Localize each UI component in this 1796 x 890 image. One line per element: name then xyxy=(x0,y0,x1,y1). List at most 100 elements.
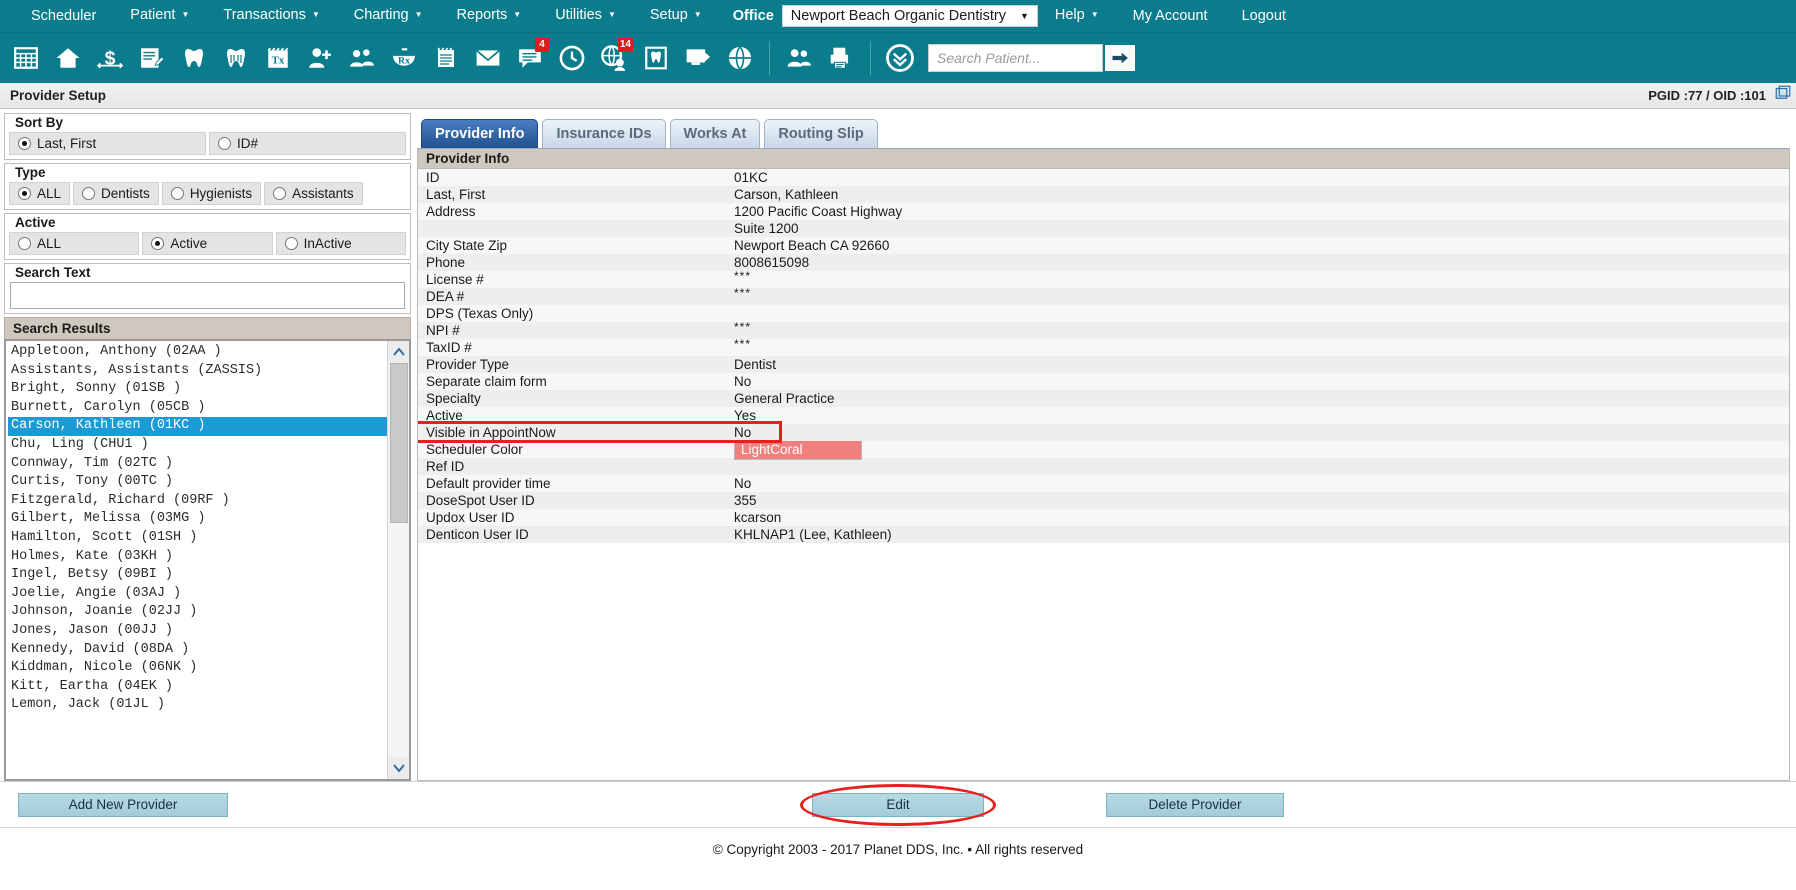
screen-export-icon[interactable] xyxy=(678,36,718,80)
tooth-perio-icon[interactable] xyxy=(216,36,256,80)
menu-item-setup[interactable]: Setup ▼ xyxy=(633,0,719,33)
list-item[interactable]: Curtis, Tony (00TC ) xyxy=(8,473,387,492)
chevron-down-icon: ▼ xyxy=(1090,10,1099,19)
menu-item-reports[interactable]: Reports ▼ xyxy=(440,0,539,33)
radio-label: Active xyxy=(170,236,208,251)
list-item[interactable]: Ingel, Betsy (09BI ) xyxy=(8,566,387,585)
table-row: ID 01KC xyxy=(418,169,1789,186)
radio-type-assistants[interactable]: Assistants xyxy=(264,182,363,205)
dollar-ledger-icon[interactable]: $ xyxy=(90,36,130,80)
row-label: DoseSpot User ID xyxy=(426,493,535,508)
list-item[interactable]: Assistants, Assistants (ZASSIS) xyxy=(8,362,387,381)
family-group-icon[interactable] xyxy=(342,36,382,80)
list-item[interactable]: Joelie, Angie (03AJ ) xyxy=(8,585,387,604)
radio-active-active[interactable]: Active xyxy=(142,232,273,255)
users-group-icon[interactable] xyxy=(779,36,819,80)
row-label: TaxID # xyxy=(426,340,472,355)
home-icon[interactable] xyxy=(48,36,88,80)
treatment-plan-icon[interactable]: Tx xyxy=(258,36,298,80)
list-item[interactable]: Johnson, Joanie (02JJ ) xyxy=(8,603,387,622)
toolbar-divider xyxy=(870,41,871,75)
svg-text:Tx: Tx xyxy=(272,54,285,66)
search-text-input[interactable] xyxy=(10,282,405,309)
radio-sort-last-first[interactable]: Last, First xyxy=(9,132,206,155)
list-item[interactable]: Lemon, Jack (01JL ) xyxy=(8,696,387,715)
tab-works-at[interactable]: Works At xyxy=(669,119,761,148)
patient-globe-icon[interactable]: 14 xyxy=(594,36,634,80)
notes-edit-icon[interactable] xyxy=(132,36,172,80)
menu-label: Charting xyxy=(353,7,409,23)
search-input[interactable] xyxy=(928,44,1103,72)
chevron-down-icon: ▼ xyxy=(414,10,423,19)
scrollbar-track[interactable] xyxy=(387,363,409,757)
tab-insurance-ids[interactable]: Insurance IDs xyxy=(542,119,666,148)
radio-type-dentists[interactable]: Dentists xyxy=(73,182,159,205)
row-label: Specialty xyxy=(426,391,481,406)
table-row: Last, First Carson, Kathleen xyxy=(418,186,1789,203)
sort-by-group: Sort By Last, First ID# xyxy=(4,113,411,160)
menu-item-transactions[interactable]: Transactions ▼ xyxy=(206,0,336,33)
menu-item-utilities[interactable]: Utilities ▼ xyxy=(538,0,633,33)
menu-item-logout[interactable]: Logout xyxy=(1225,0,1303,33)
list-item[interactable]: Burnett, Carolyn (05CB ) xyxy=(8,399,387,418)
sort-by-legend: Sort By xyxy=(15,115,64,130)
prescription-rx-icon[interactable]: Rx xyxy=(384,36,424,80)
menu-label: Reports xyxy=(456,7,508,23)
calendar-grid-icon[interactable] xyxy=(6,36,46,80)
page-title-bar: Provider Setup PGID :77 / OID :101 xyxy=(0,83,1796,109)
menu-item-charting[interactable]: Charting ▼ xyxy=(337,0,440,33)
list-item[interactable]: Kiddman, Nicole (06NK ) xyxy=(8,659,387,678)
menu-item-help[interactable]: Help ▼ xyxy=(1038,0,1116,33)
list-item[interactable]: Jones, Jason (00JJ ) xyxy=(8,622,387,641)
scroll-down-button[interactable] xyxy=(387,757,409,779)
chat-messages-icon[interactable]: 4 xyxy=(510,36,550,80)
scrollbar-thumb[interactable] xyxy=(389,363,408,523)
add-new-provider-button[interactable]: Add New Provider xyxy=(18,792,228,817)
list-item[interactable]: Kennedy, David (08DA ) xyxy=(8,641,387,660)
restore-window-icon[interactable] xyxy=(1774,84,1792,107)
list-item[interactable]: Bright, Sonny (01SB ) xyxy=(8,380,387,399)
edit-button[interactable]: Edit xyxy=(812,792,984,817)
menu-item-patient[interactable]: Patient ▼ xyxy=(113,0,206,33)
tab-provider-info[interactable]: Provider Info xyxy=(421,119,539,148)
list-item[interactable]: Connway, Tim (02TC ) xyxy=(8,455,387,474)
clipboard-notepad-icon[interactable] xyxy=(426,36,466,80)
delete-provider-button[interactable]: Delete Provider xyxy=(1106,792,1284,817)
envelope-mail-icon[interactable] xyxy=(468,36,508,80)
list-item[interactable]: Hamilton, Scott (01SH ) xyxy=(8,529,387,548)
list-item[interactable]: Gilbert, Melissa (03MG ) xyxy=(8,510,387,529)
menu-item-scheduler[interactable]: Scheduler xyxy=(14,0,113,33)
radio-type-all[interactable]: ALL xyxy=(9,182,71,205)
row-value: *** xyxy=(734,320,752,334)
radio-active-inactive[interactable]: InActive xyxy=(275,232,406,255)
row-label: Active xyxy=(426,408,463,423)
results-scrollbar[interactable] xyxy=(387,341,409,779)
list-item-selected[interactable]: Carson, Kathleen (01KC ) xyxy=(8,417,387,436)
radio-sort-id[interactable]: ID# xyxy=(209,132,406,155)
add-patient-icon[interactable] xyxy=(300,36,340,80)
table-row: DoseSpot User ID 355 xyxy=(418,492,1789,509)
office-selector[interactable]: Newport Beach Organic Dentistry ▼ xyxy=(781,5,1038,27)
search-submit-button[interactable] xyxy=(1103,43,1137,73)
print-report-icon[interactable] xyxy=(821,36,861,80)
type-options: ALL Dentists Hygienists Assistants xyxy=(5,182,410,205)
double-chevron-down-icon[interactable] xyxy=(880,36,920,80)
radio-type-hygienists[interactable]: Hygienists xyxy=(161,182,262,205)
chat-badge-count: 4 xyxy=(535,38,549,52)
list-item[interactable]: Appletoon, Anthony (02AA ) xyxy=(8,343,387,362)
tooth-chart-icon[interactable] xyxy=(636,36,676,80)
list-item[interactable]: Fitzgerald, Richard (09RF ) xyxy=(8,492,387,511)
list-item[interactable]: Chu, Ling (CHU1 ) xyxy=(8,436,387,455)
list-item[interactable]: Kitt, Eartha (04EK ) xyxy=(8,678,387,697)
menu-item-my-account[interactable]: My Account xyxy=(1116,0,1225,33)
row-value: Dentist xyxy=(734,357,777,372)
radio-active-all[interactable]: ALL xyxy=(9,232,140,255)
tooth-icon[interactable] xyxy=(174,36,214,80)
scroll-up-button[interactable] xyxy=(387,341,409,363)
tab-routing-slip[interactable]: Routing Slip xyxy=(764,119,878,148)
clock-icon[interactable] xyxy=(552,36,592,80)
globe-web-icon[interactable] xyxy=(720,36,760,80)
list-item[interactable]: Holmes, Kate (03KH ) xyxy=(8,548,387,567)
radio-label: Hygienists xyxy=(189,186,253,201)
icon-toolbar: $ Tx Rx 4 14 xyxy=(0,33,1796,83)
